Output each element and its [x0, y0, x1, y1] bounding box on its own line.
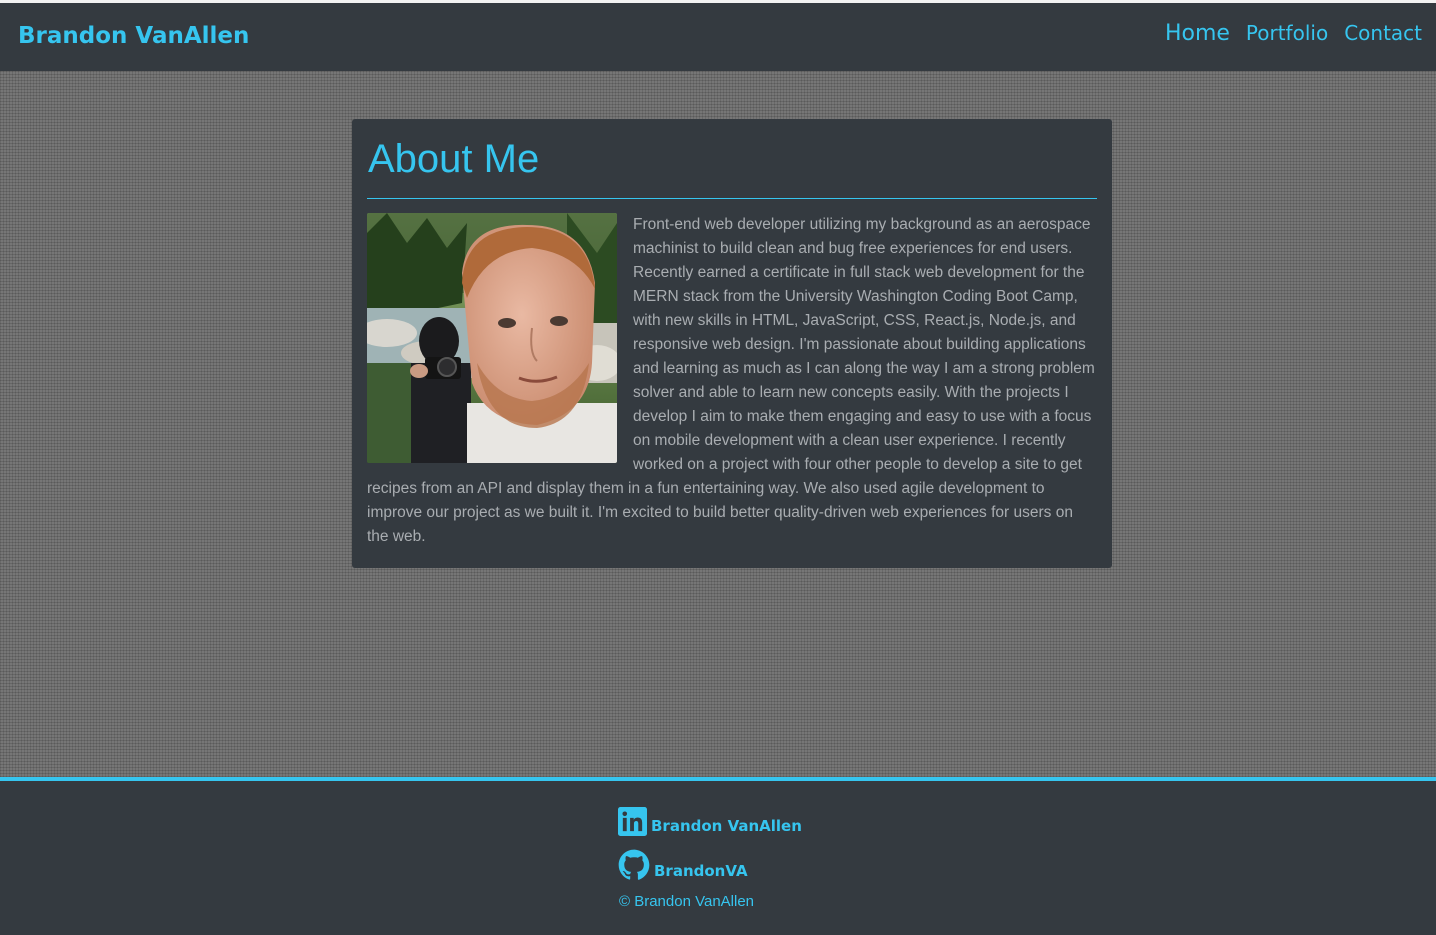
- github-label: BrandonVA: [654, 862, 748, 880]
- linkedin-label: Brandon VanAllen: [651, 817, 802, 835]
- brand-link[interactable]: Brandon VanAllen: [18, 23, 249, 49]
- linkedin-icon: [618, 807, 647, 836]
- profile-photo: [367, 213, 617, 463]
- main-content: About Me Front-end web developer utilizi…: [0, 71, 1436, 777]
- main-nav: Home Portfolio Contact: [1149, 21, 1422, 46]
- title-divider: [367, 198, 1097, 199]
- github-link[interactable]: BrandonVA: [618, 849, 748, 881]
- github-icon: [618, 849, 650, 880]
- nav-contact[interactable]: Contact: [1344, 21, 1422, 45]
- footer: Brandon VanAllen BrandonVA © Brandon Van…: [0, 781, 1436, 935]
- linkedin-link[interactable]: Brandon VanAllen: [618, 807, 802, 836]
- about-card: About Me Front-end web developer utilizi…: [352, 119, 1112, 568]
- about-title: About Me: [368, 137, 540, 181]
- nav-portfolio[interactable]: Portfolio: [1246, 21, 1328, 45]
- copyright-text: © Brandon VanAllen: [619, 893, 755, 910]
- navbar: Brandon VanAllen Home Portfolio Contact: [0, 3, 1436, 71]
- nav-home[interactable]: Home: [1165, 21, 1230, 46]
